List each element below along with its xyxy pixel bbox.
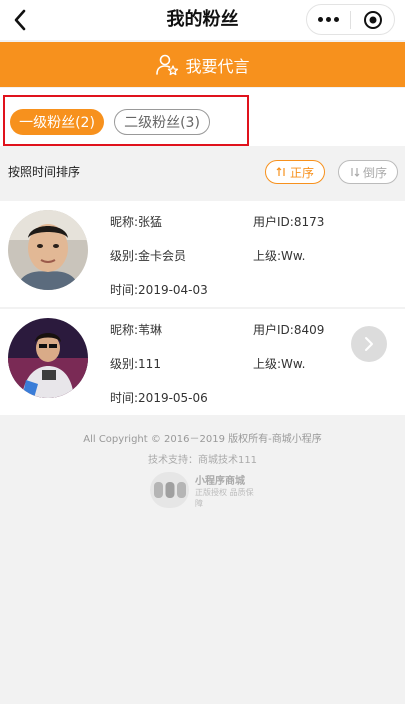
- tab-level-2-fans[interactable]: 二级粉丝(3): [114, 109, 210, 135]
- close-button[interactable]: [351, 5, 394, 34]
- avatar: [8, 210, 88, 290]
- avatar: [8, 318, 88, 398]
- fan-nickname: 昵称:张猛: [110, 215, 163, 229]
- fan-list-item[interactable]: 昵称:张猛 用户ID:8173 级别:金卡会员 上级:Ww. 时间:2019-0…: [0, 201, 405, 307]
- tech-support-text: 技术支持：商城技术111: [147, 455, 258, 466]
- fan-list-item[interactable]: 昵称:苇琳 用户ID:8409 级别:111 上级:Ww. 时间:2019-05…: [0, 309, 405, 415]
- logo-badge-icon: [150, 472, 190, 508]
- sort-label: 按照时间排序: [8, 165, 81, 179]
- fan-nickname: 昵称:苇琳: [110, 323, 163, 337]
- fan-time: 时间:2019-04-03: [110, 283, 208, 297]
- endorse-label: 我要代言: [185, 56, 250, 76]
- fan-superior: 上级:Ww.: [253, 357, 306, 371]
- avatar-image: [8, 318, 88, 398]
- more-dot: [326, 17, 331, 22]
- sort-asc-icon: [276, 167, 285, 176]
- logo-mark: [153, 482, 186, 498]
- more-dot: [334, 17, 339, 22]
- more-dots-icon: [318, 17, 323, 22]
- expand-arrow-button[interactable]: [351, 326, 387, 362]
- sort-bar: 按照时间排序 正序 倒序: [0, 146, 405, 198]
- fan-user-id: 用户ID:8409: [253, 323, 325, 337]
- chevron-right-icon: [365, 337, 373, 351]
- fan-level: 级别:金卡会员: [110, 249, 187, 263]
- fan-superior: 上级:Ww.: [253, 249, 306, 263]
- sort-ascending-button[interactable]: 正序: [265, 160, 325, 184]
- more-button[interactable]: [307, 5, 350, 34]
- avatar-image: [8, 210, 88, 290]
- fan-level-tabs: 一级粉丝(2) 二级粉丝(3): [0, 88, 405, 146]
- tab-level-1-fans[interactable]: 一级粉丝(2): [10, 109, 104, 135]
- fan-level: 级别:111: [110, 357, 161, 371]
- footer-logo: 小程序商城 正版授权 品质保障: [150, 472, 260, 508]
- mini-program-capsule: [306, 4, 395, 35]
- user-star-icon: [156, 54, 179, 75]
- fan-user-id: 用户ID:8173: [253, 215, 325, 229]
- nav-bar: 我的粉丝: [0, 0, 405, 40]
- logo-tagline: 正版授权 品质保障: [195, 487, 254, 508]
- fan-time: 时间:2019-05-06: [110, 391, 208, 405]
- sort-asc-label: 正序: [289, 165, 314, 180]
- sort-desc-icon: [351, 168, 360, 177]
- sort-desc-label: 倒序: [362, 165, 387, 180]
- endorse-button[interactable]: 我要代言: [0, 42, 405, 87]
- copyright-text: All Copyright © 2016－2019 版权所有-商城小程序: [83, 434, 322, 445]
- sort-descending-button[interactable]: 倒序: [338, 160, 398, 184]
- close-circle-icon: [363, 10, 382, 29]
- logo-text: 小程序商城: [195, 475, 246, 487]
